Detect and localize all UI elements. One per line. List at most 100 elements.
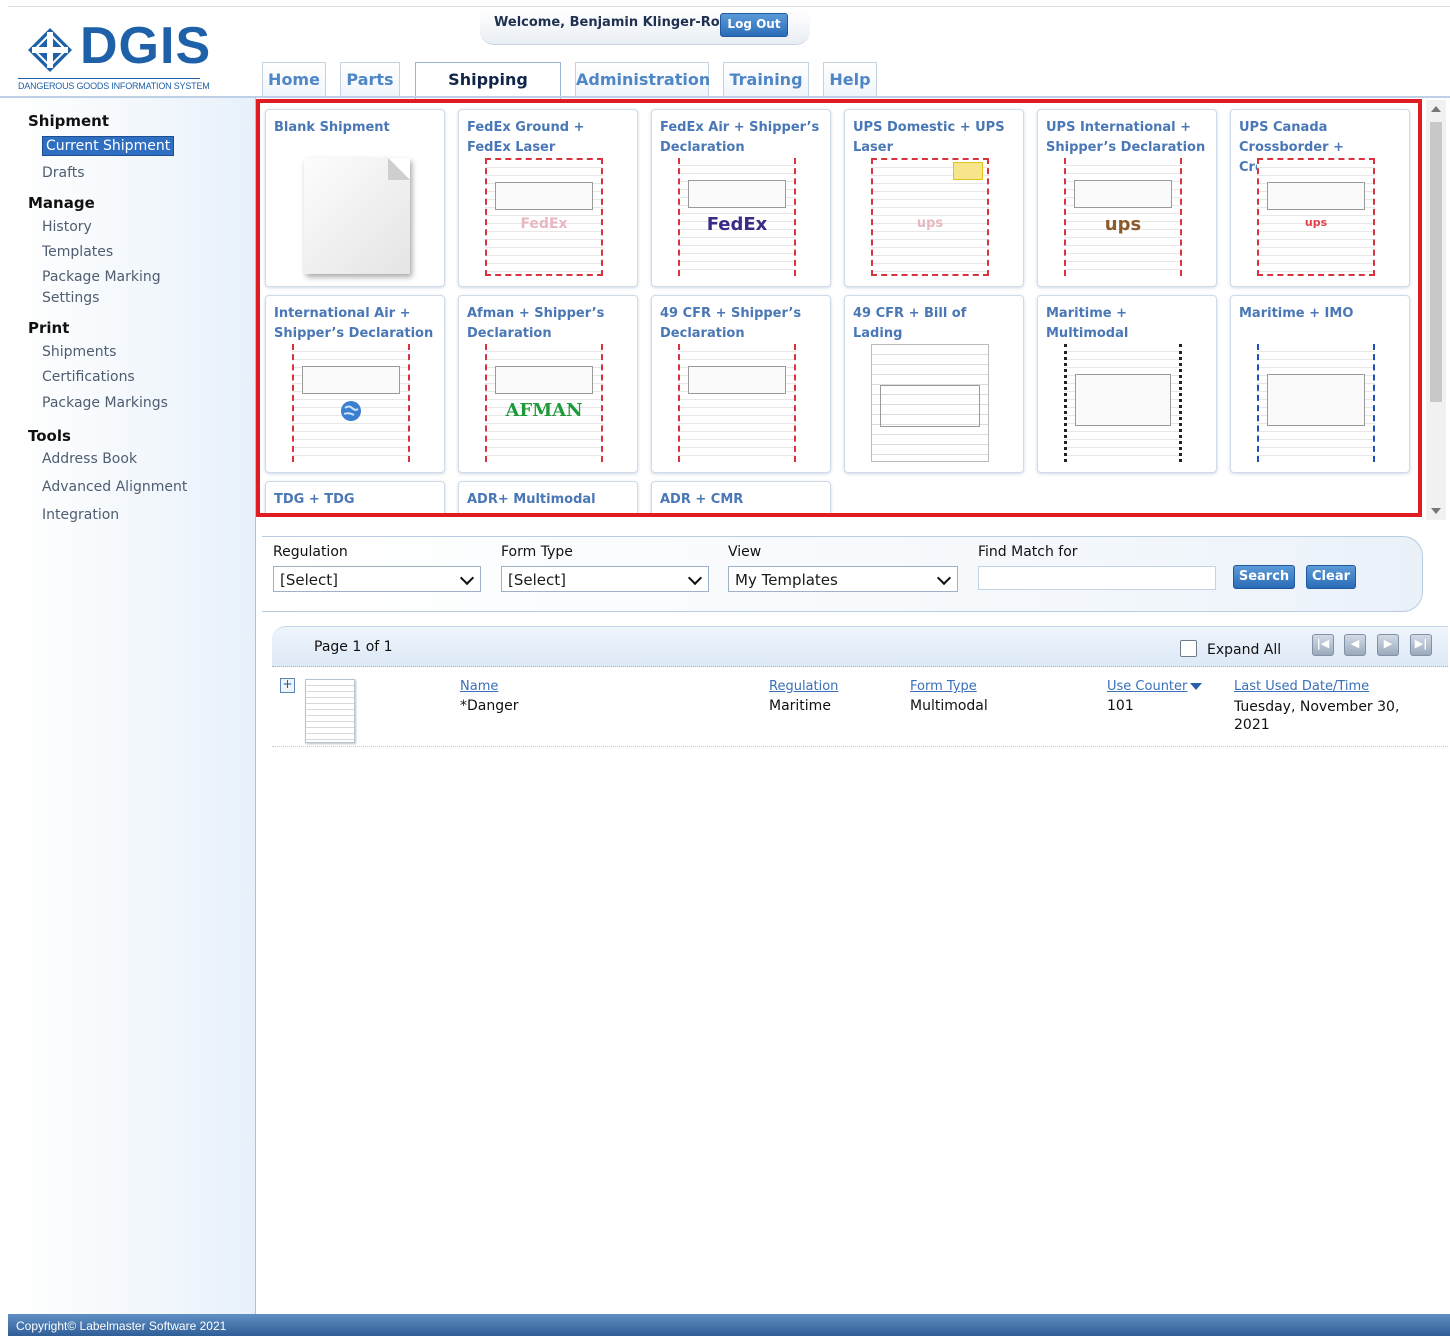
tab-parts[interactable]: Parts	[340, 62, 400, 96]
sidebar-item-history[interactable]: History	[42, 219, 92, 235]
template-card-afman[interactable]: Afman + Shipper’s Declaration AFMAN	[458, 295, 638, 473]
column-header-form-type[interactable]: Form Type	[910, 679, 977, 694]
tab-shipping-papers[interactable]: Shipping Papers	[415, 62, 561, 123]
expand-all-label: Expand All	[1207, 642, 1282, 658]
view-select[interactable]: My Templates	[728, 566, 958, 592]
form-thumbnail: ups	[1064, 158, 1182, 276]
column-header-last-used[interactable]: Last Used Date/Time	[1234, 679, 1369, 694]
chevron-down-icon	[687, 570, 703, 586]
sort-desc-icon	[1190, 683, 1203, 690]
form-type-select[interactable]: [Select]	[501, 566, 709, 592]
column-header-name[interactable]: Name	[460, 679, 498, 694]
chevron-down-icon	[936, 570, 952, 586]
blank-document-icon	[304, 158, 410, 274]
ups-logo: ups	[1104, 214, 1142, 235]
row-name: *Danger	[460, 698, 519, 714]
form-thumbnail: FedEx	[678, 158, 796, 276]
template-title: ADR+ Multimodal	[467, 492, 596, 507]
template-card-maritime-imo[interactable]: Maritime + IMO	[1230, 295, 1410, 473]
template-title: TDG + TDG	[274, 492, 355, 507]
search-button[interactable]: Search	[1233, 565, 1295, 589]
column-header-use-counter[interactable]: Use Counter	[1107, 679, 1203, 694]
row-use-counter: 101	[1107, 698, 1134, 714]
form-thumbnail: ups	[871, 158, 989, 276]
tab-administration[interactable]: Administration	[575, 62, 710, 96]
sidebar: Shipment Current Shipment Drafts Manage …	[8, 98, 256, 1314]
logout-button[interactable]: Log Out	[720, 13, 788, 37]
template-title: 49 CFR + Bill of Lading	[853, 306, 967, 341]
template-thumbnail[interactable]	[305, 679, 355, 743]
first-page-icon: |◀	[1316, 637, 1330, 650]
template-card-49cfr-bol[interactable]: 49 CFR + Bill of Lading	[844, 295, 1024, 473]
regulation-select[interactable]: [Select]	[273, 566, 481, 592]
template-card-international-air[interactable]: International Air + Shipper’s Declaratio…	[265, 295, 445, 473]
form-field-block	[688, 180, 786, 208]
next-page-icon: ▶	[1383, 637, 1393, 650]
sidebar-item-advanced-alignment[interactable]: Advanced Alignment	[42, 479, 187, 495]
tab-home[interactable]: Home	[262, 62, 326, 96]
logo-text: DGIS	[80, 17, 212, 75]
template-card-adr-cmr[interactable]: ADR + CMR	[651, 481, 831, 513]
template-title: ADR + CMR	[660, 492, 744, 507]
sidebar-item-shipments[interactable]: Shipments	[42, 344, 116, 360]
ups-logo: ups	[1304, 216, 1328, 229]
column-header-regulation[interactable]: Regulation	[769, 679, 838, 694]
find-match-input[interactable]	[978, 566, 1216, 590]
template-title: FedEx Ground + FedEx Laser	[467, 120, 585, 155]
prev-page-button[interactable]: ◀	[1344, 634, 1366, 656]
form-thumbnail: FedEx	[485, 158, 603, 276]
template-card-49cfr-shippers[interactable]: 49 CFR + Shipper’s Declaration	[651, 295, 831, 473]
fedex-logo: FedEx	[706, 214, 768, 235]
sidebar-item-address-book[interactable]: Address Book	[42, 451, 137, 467]
scroll-up-icon[interactable]	[1431, 106, 1441, 112]
form-type-value: [Select]	[508, 571, 566, 589]
dgis-logo[interactable]: DGIS DANGEROUS GOODS INFORMATION SYSTEM	[18, 18, 210, 94]
template-card-maritime-multimodal[interactable]: Maritime + Multimodal	[1037, 295, 1217, 473]
scrollbar-thumb[interactable]	[1430, 122, 1442, 402]
template-card-fedex-air[interactable]: FedEx Air + Shipper’s Declaration FedEx	[651, 109, 831, 287]
template-card-ups-canada[interactable]: UPS Canada Crossborder + Crossborder Las…	[1230, 109, 1410, 287]
form-thumbnail: AFMAN	[485, 344, 603, 462]
regulation-label: Regulation	[273, 544, 348, 560]
sidebar-item-certifications[interactable]: Certifications	[42, 369, 135, 385]
form-field-block	[495, 366, 593, 394]
expand-row-icon[interactable]: +	[280, 678, 295, 693]
expand-all-checkbox[interactable]	[1180, 640, 1197, 657]
tab-training[interactable]: Training	[723, 62, 809, 96]
template-title: Afman + Shipper’s Declaration	[467, 306, 605, 341]
clear-button[interactable]: Clear	[1306, 565, 1356, 589]
regulation-value: [Select]	[280, 571, 338, 589]
template-card-tdg[interactable]: TDG + TDG	[265, 481, 445, 513]
form-thumbnail	[1257, 344, 1375, 462]
form-field-block	[495, 182, 593, 210]
form-field-block	[880, 385, 980, 427]
scroll-down-icon[interactable]	[1431, 508, 1441, 514]
sidebar-item-integration[interactable]: Integration	[42, 507, 119, 523]
sidebar-group-shipment: Shipment	[28, 112, 110, 130]
view-label: View	[728, 544, 762, 560]
last-page-button[interactable]: ▶|	[1410, 634, 1432, 656]
template-title: UPS Domestic + UPS Laser	[853, 120, 1005, 155]
tab-help[interactable]: Help	[823, 62, 877, 96]
sidebar-item-current-shipment[interactable]: Current Shipment	[42, 136, 175, 156]
first-page-button[interactable]: |◀	[1312, 634, 1334, 656]
copyright-text: Copyright© Labelmaster Software 2021	[16, 1319, 227, 1333]
gallery-scrollbar[interactable]	[1426, 100, 1446, 520]
template-card-fedex-ground[interactable]: FedEx Ground + FedEx Laser FedEx	[458, 109, 638, 287]
template-card-ups-domestic[interactable]: UPS Domestic + UPS Laser ups	[844, 109, 1024, 287]
sidebar-item-package-marking[interactable]: Package Marking	[42, 269, 161, 285]
template-card-adr-multimodal[interactable]: ADR+ Multimodal	[458, 481, 638, 513]
sidebar-item-templates[interactable]: Templates	[42, 244, 113, 260]
form-thumbnail	[678, 344, 796, 462]
form-type-label: Form Type	[501, 544, 573, 560]
template-card-ups-international[interactable]: UPS International + Shipper’s Declaratio…	[1037, 109, 1217, 287]
app-header: DGIS DANGEROUS GOODS INFORMATION SYSTEM …	[0, 0, 1450, 123]
template-card-blank-shipment[interactable]: Blank Shipment	[265, 109, 445, 287]
form-field-block	[1075, 374, 1171, 426]
welcome-message: Welcome, Benjamin Klinger-Rond	[494, 15, 739, 30]
sidebar-item-drafts[interactable]: Drafts	[42, 165, 85, 181]
next-page-button[interactable]: ▶	[1377, 634, 1399, 656]
sidebar-item-settings[interactable]: Settings	[42, 290, 99, 306]
sidebar-item-package-markings[interactable]: Package Markings	[42, 395, 168, 411]
form-field-block	[1074, 180, 1172, 208]
